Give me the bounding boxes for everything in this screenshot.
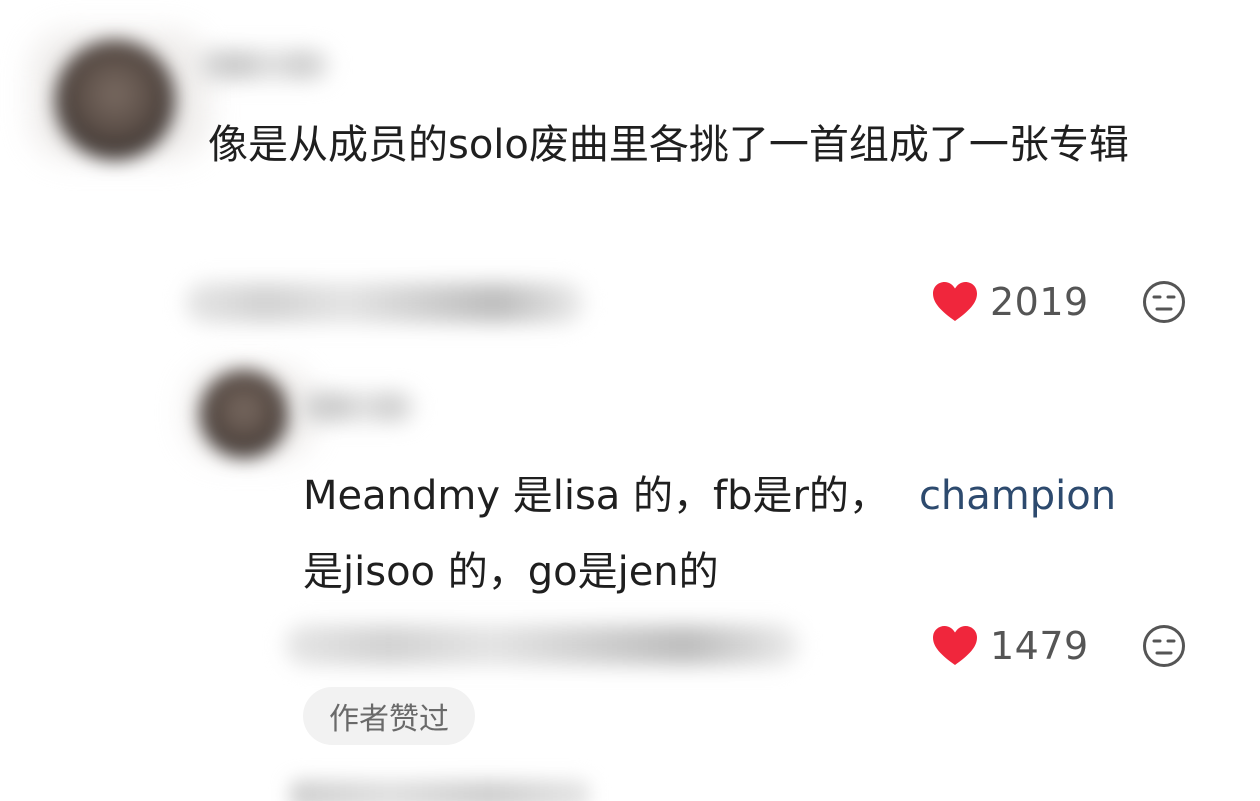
author-liked-badge: 作者赞过 — [303, 687, 475, 745]
neutral-face-icon[interactable] — [1142, 280, 1186, 324]
expand-replies[interactable] — [290, 780, 590, 801]
mention-link[interactable]: champion — [919, 473, 1116, 519]
comment-text: Meandmy 是lisa 的，fb是r的， champion 是jisoo 的，g… — [303, 458, 1203, 610]
comment-text-part: Meandmy 是lisa 的，fb是r的， — [303, 473, 889, 519]
comment-text-part: 是jisoo 的，go是jen的 — [303, 549, 719, 595]
like-button[interactable]: 1479 — [932, 624, 1089, 668]
comment-meta — [285, 625, 800, 665]
avatar[interactable] — [55, 40, 175, 160]
heart-icon — [933, 626, 977, 665]
heart-icon — [933, 282, 977, 321]
comment-text: 像是从成员的solo废曲里各挑了一首组成了一张专辑 — [208, 122, 1129, 168]
like-count: 2019 — [990, 280, 1089, 324]
neutral-face-icon[interactable] — [1142, 624, 1186, 668]
username[interactable] — [300, 392, 415, 422]
comment-thread: 像是从成员的solo废曲里各挑了一首组成了一张专辑 2019 Meandmy 是… — [0, 0, 1260, 801]
comment-meta — [185, 283, 585, 323]
username[interactable] — [200, 50, 330, 80]
avatar[interactable] — [200, 370, 288, 458]
like-count: 1479 — [990, 624, 1089, 668]
like-button[interactable]: 2019 — [932, 280, 1089, 324]
